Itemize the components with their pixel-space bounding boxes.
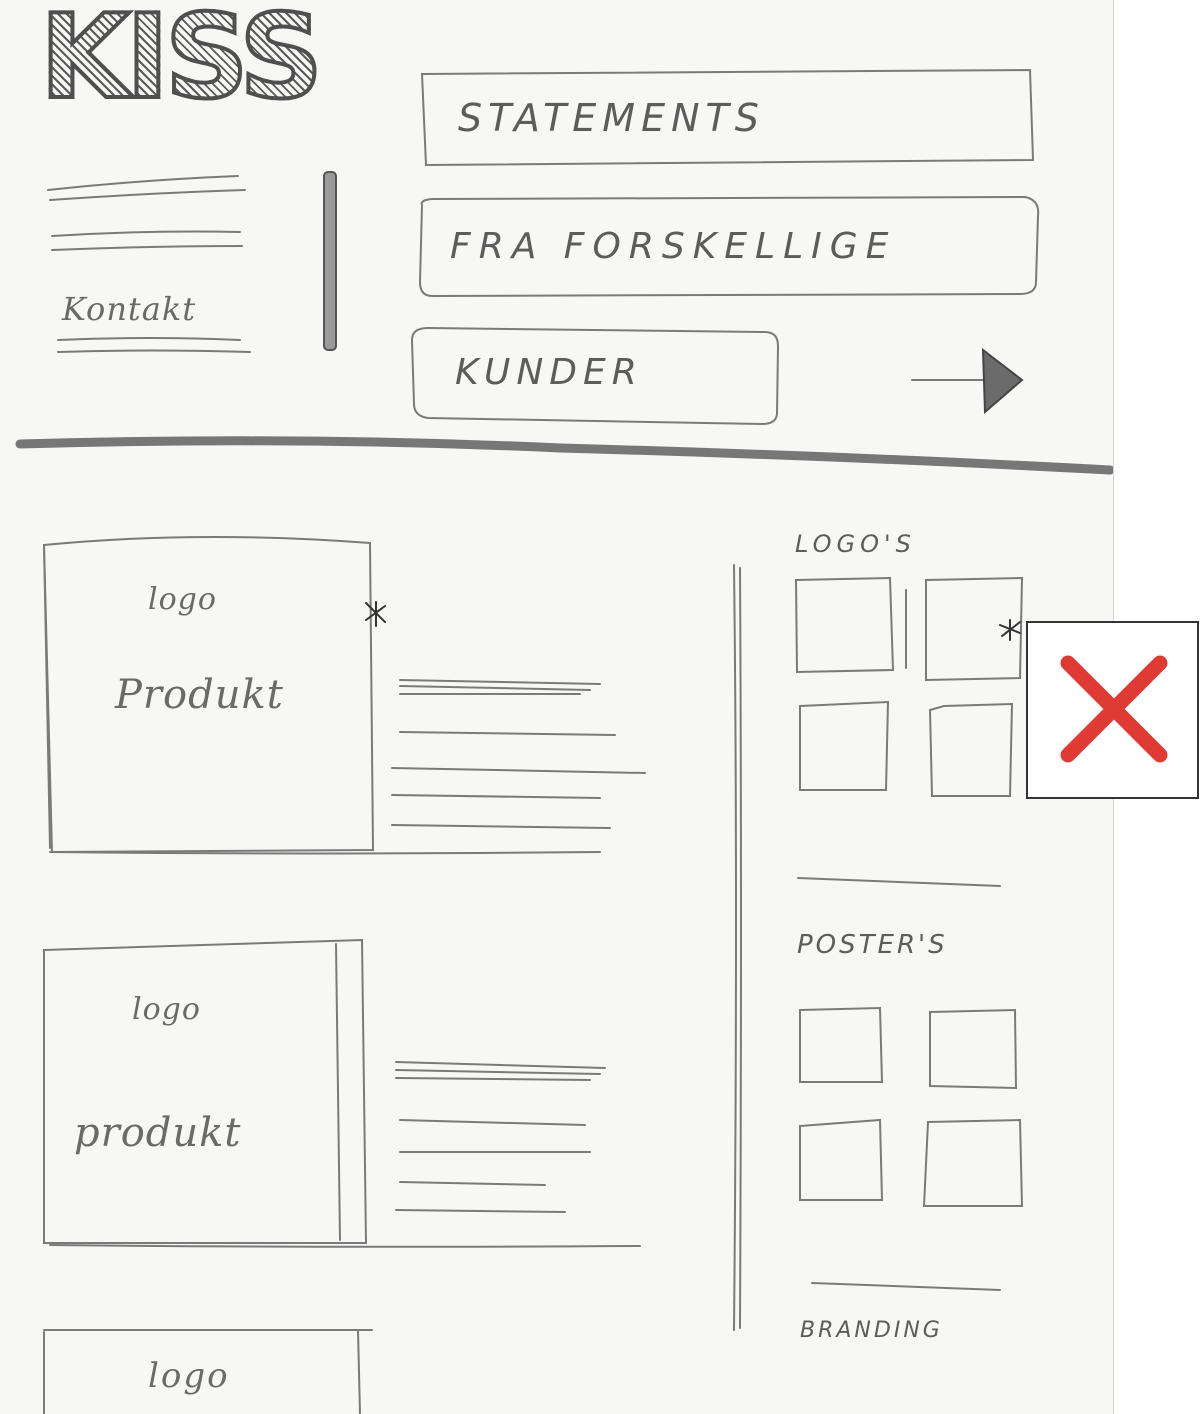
nav-line [49, 189, 246, 201]
nav-line [47, 175, 239, 191]
statement-line-3: KUNDER [455, 352, 643, 393]
header-scrollbar [323, 171, 337, 351]
arrow-right-icon [911, 347, 1024, 415]
nav-line [57, 349, 251, 353]
product-card [43, 938, 641, 1248]
contact-link[interactable]: Kontakt [62, 290, 196, 328]
product-name-label: produkt [74, 1110, 242, 1156]
sketch-sheet: KISS Kontakt STATEMENTS FRA FORSKELLIGE … [0, 0, 1114, 1414]
nav-line [57, 337, 241, 341]
logos-grid [794, 576, 1024, 887]
sidebar-section-title: BRANDING [800, 1318, 943, 1343]
header-divider [15, 436, 1113, 475]
sidebar-section-title: POSTER'S [797, 930, 948, 960]
statement-line-2: FRA FORSKELLIGE [450, 226, 897, 267]
posters-grid [799, 1006, 1024, 1291]
brand-logo[interactable]: KISS [38, 0, 325, 118]
statement-line-1: STATEMENTS [458, 96, 765, 140]
product-logo-label: logo [132, 992, 201, 1027]
product-logo-label: logo [148, 582, 217, 617]
nav-line [51, 245, 243, 251]
product-logo-label: logo [148, 1356, 230, 1396]
sidebar-divider [733, 564, 737, 1331]
nav-line [51, 230, 241, 237]
close-icon [1060, 655, 1168, 763]
product-name-label: Produkt [115, 672, 284, 718]
sidebar-section-title: LOGO'S [795, 530, 916, 558]
close-button[interactable] [1026, 621, 1199, 799]
